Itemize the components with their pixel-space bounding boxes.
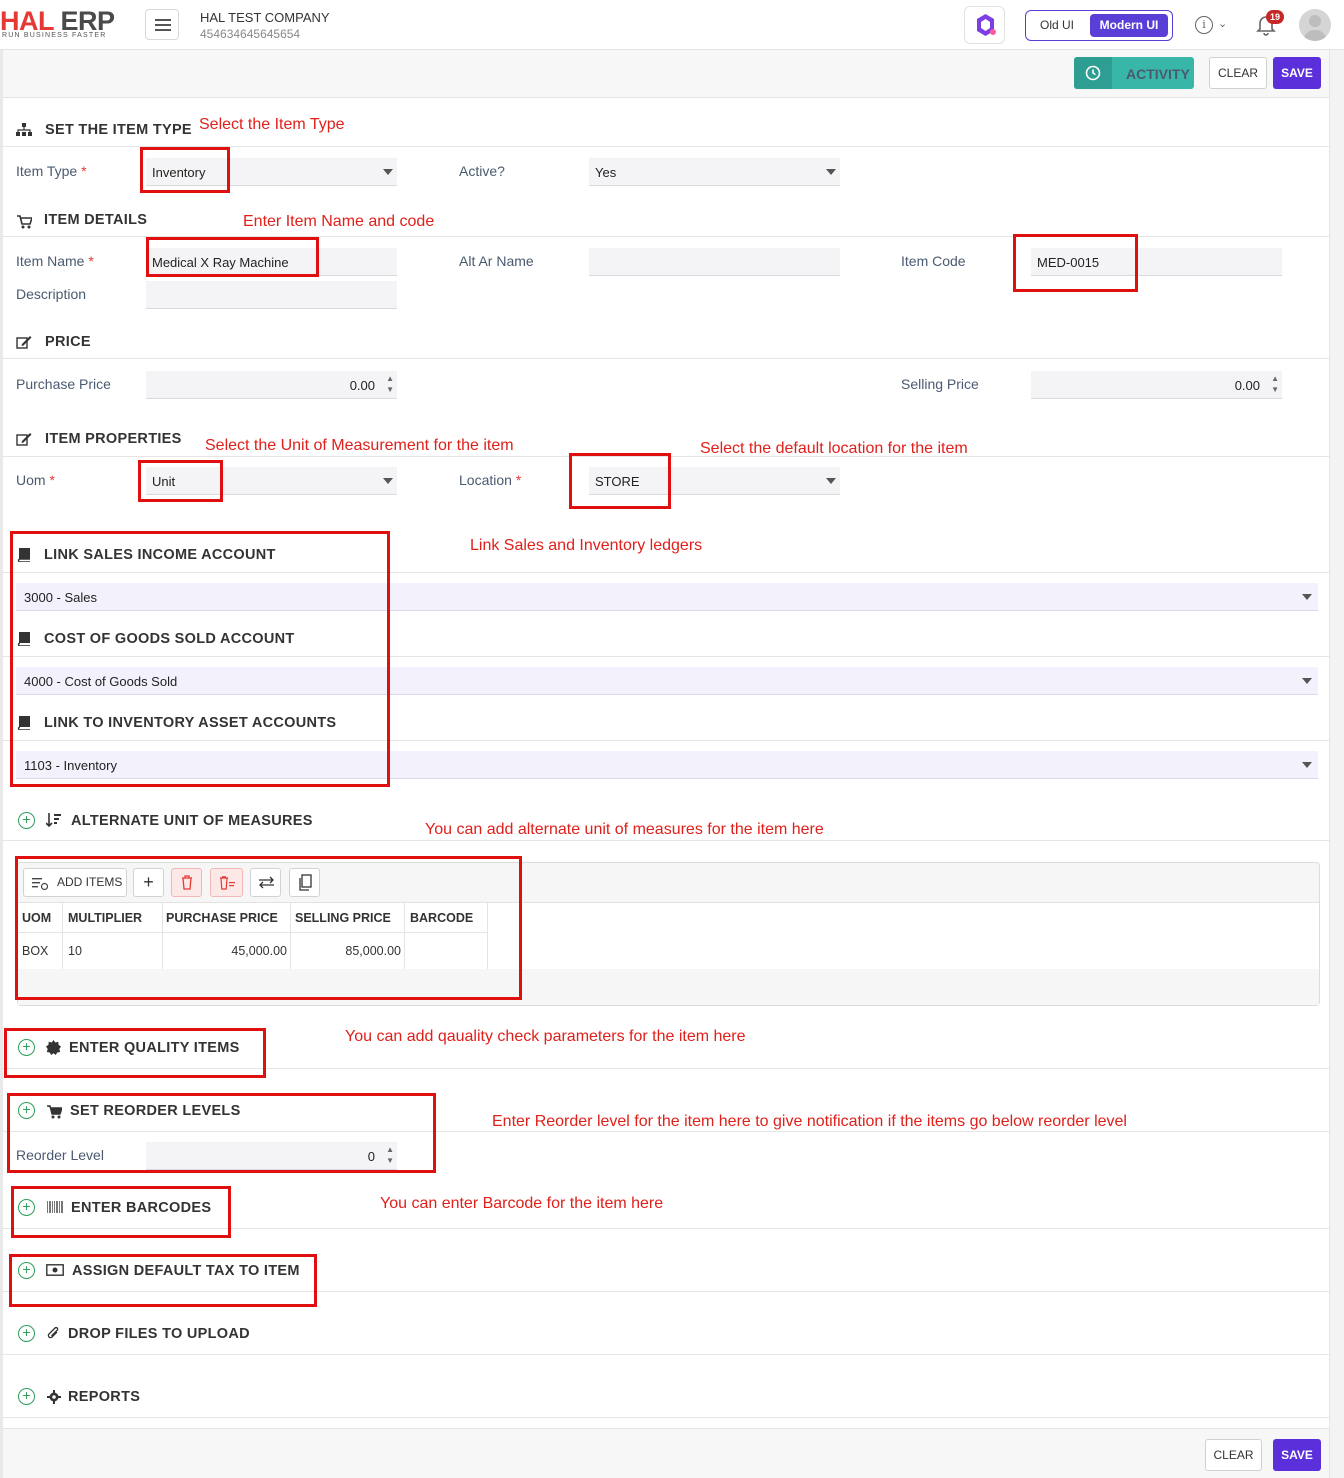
- info-icon[interactable]: i: [1195, 16, 1213, 34]
- purchase-price-input[interactable]: 0.00 ▲ ▼: [146, 371, 397, 399]
- highlight-box: [9, 1254, 317, 1307]
- active-select[interactable]: Yes: [589, 158, 840, 186]
- user-avatar-icon: [1304, 15, 1326, 41]
- section-title-item-properties: ITEM PROPERTIES: [45, 431, 182, 447]
- ui-mode-toggle: Old UI Modern UI: [1025, 10, 1173, 41]
- expand-plus-icon[interactable]: +: [18, 812, 35, 829]
- section-title-item-type: SET THE ITEM TYPE: [45, 122, 192, 138]
- selling-price-label: Selling Price: [901, 376, 979, 392]
- activity-label: ACTIVITY: [1126, 66, 1190, 82]
- active-label: Active?: [459, 163, 505, 179]
- annotation-ledgers: Link Sales and Inventory ledgers: [470, 537, 703, 554]
- section-title-files[interactable]: DROP FILES TO UPLOAD: [68, 1326, 250, 1342]
- cart-icon: [17, 215, 32, 229]
- footer-clear-button[interactable]: CLEAR: [1205, 1439, 1262, 1471]
- history-icon: [1074, 57, 1112, 89]
- highlight-box: [1013, 234, 1138, 292]
- dropdown-caret-icon: [383, 169, 393, 175]
- dropdown-caret-icon: [826, 478, 836, 484]
- sitemap-icon: [16, 123, 32, 136]
- divider: [3, 1417, 1329, 1418]
- section-title-price: PRICE: [45, 334, 91, 350]
- highlight-box: [146, 237, 319, 277]
- selling-price-input[interactable]: 0.00 ▲ ▼: [1031, 371, 1282, 399]
- uom-label: Uom *: [16, 472, 55, 488]
- dropdown-caret-icon: [826, 169, 836, 175]
- logo-tagline: RUN BUSINESS FASTER: [2, 32, 107, 39]
- edit-icon: [16, 336, 32, 349]
- purchase-price-label: Purchase Price: [16, 376, 111, 392]
- highlight-box: [15, 856, 522, 1000]
- expand-plus-icon[interactable]: +: [18, 1388, 35, 1405]
- dropdown-caret-icon: [1302, 678, 1312, 684]
- stepper-arrows-icon[interactable]: ▲ ▼: [1271, 373, 1279, 395]
- company-name: HAL TEST COMPANY: [200, 10, 330, 25]
- item-name-label: Item Name *: [16, 253, 94, 269]
- annotation-item-name: Enter Item Name and code: [243, 213, 435, 230]
- scrollbar[interactable]: [1329, 50, 1344, 1478]
- dropdown-caret-icon: [1302, 594, 1312, 600]
- sort-amount-icon: [46, 813, 61, 828]
- gear-icon: [47, 1390, 61, 1404]
- section-title-item-details: ITEM DETAILS: [44, 212, 148, 228]
- modern-ui-button[interactable]: Modern UI: [1090, 14, 1168, 37]
- expand-plus-icon[interactable]: +: [18, 1325, 35, 1342]
- highlight-box: [4, 1028, 266, 1078]
- activity-button[interactable]: ACTIVITY: [1074, 57, 1194, 89]
- notification-badge: 19: [1266, 10, 1284, 24]
- description-input[interactable]: [146, 281, 397, 309]
- divider: [3, 840, 1329, 841]
- left-rail: [0, 50, 3, 1478]
- description-label: Description: [16, 286, 87, 302]
- footer-save-button[interactable]: SAVE: [1273, 1439, 1321, 1471]
- annotation-quality: You can add qauality check parameters fo…: [345, 1028, 746, 1045]
- clear-button[interactable]: CLEAR: [1209, 57, 1267, 89]
- highlight-box: [10, 531, 390, 787]
- company-id: 454634645645654: [200, 27, 301, 41]
- highlight-box: [138, 460, 223, 502]
- alt-ar-name-label: Alt Ar Name: [459, 253, 534, 269]
- highlight-box: [7, 1093, 436, 1173]
- app-launcher-button[interactable]: [964, 6, 1005, 44]
- annotation-alt-uom: You can add alternate unit of measures f…: [425, 821, 824, 838]
- annotation-item-type: Select the Item Type: [199, 116, 345, 133]
- divider: [3, 1354, 1329, 1355]
- menu-toggle-button[interactable]: [145, 9, 179, 40]
- hexagon-logo-icon: [977, 14, 996, 36]
- top-navbar: HAL ERP RUN BUSINESS FASTER HAL TEST COM…: [0, 0, 1344, 50]
- hamburger-icon: [155, 19, 171, 21]
- location-label: Location *: [459, 472, 522, 488]
- section-title-alt-uom[interactable]: ALTERNATE UNIT OF MEASURES: [71, 813, 313, 829]
- paperclip-icon: [47, 1326, 59, 1339]
- highlight-box: [11, 1186, 231, 1238]
- footer-action-bar: [3, 1428, 1329, 1478]
- save-button[interactable]: SAVE: [1273, 57, 1321, 89]
- old-ui-button[interactable]: Old UI: [1028, 14, 1086, 37]
- dropdown-caret-icon: [1302, 762, 1312, 768]
- edit-icon: [16, 433, 32, 446]
- section-title-reports[interactable]: REPORTS: [68, 1389, 140, 1405]
- highlight-box: [569, 453, 671, 509]
- item-code-label: Item Code: [901, 253, 966, 269]
- highlight-box: [140, 147, 230, 193]
- divider: [3, 358, 1329, 359]
- dropdown-caret-icon: [383, 478, 393, 484]
- annotation-reorder: Enter Reorder level for the item here to…: [492, 1113, 1127, 1130]
- avatar[interactable]: [1299, 9, 1331, 41]
- item-type-label: Item Type *: [16, 163, 87, 179]
- annotation-barcode: You can enter Barcode for the item here: [380, 1195, 664, 1212]
- stepper-arrows-icon[interactable]: ▲ ▼: [386, 373, 394, 395]
- chevron-down-icon[interactable]: ⌄: [1218, 17, 1227, 30]
- alt-ar-name-input[interactable]: [589, 248, 840, 276]
- annotation-uom: Select the Unit of Measurement for the i…: [205, 437, 514, 454]
